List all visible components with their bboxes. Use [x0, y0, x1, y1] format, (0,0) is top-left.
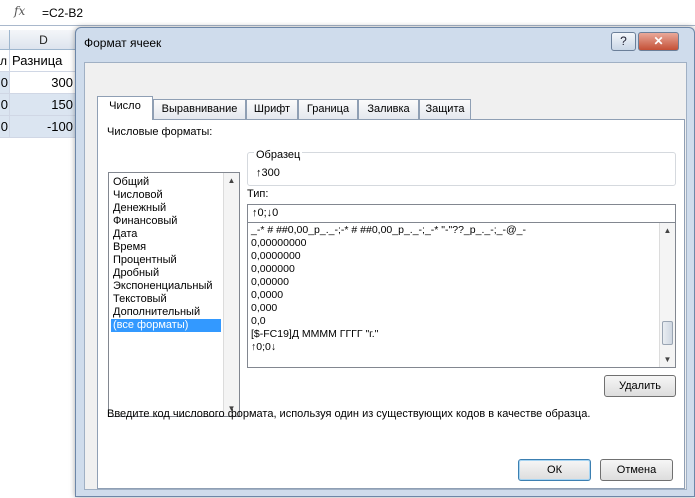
scroll-up-icon[interactable]: ▲: [224, 173, 239, 188]
format-item[interactable]: 0,0: [251, 315, 266, 328]
tab-fill[interactable]: Заливка: [358, 99, 419, 119]
ok-button[interactable]: ОК: [518, 459, 591, 481]
category-currency[interactable]: Денежный: [111, 202, 221, 215]
formula-input[interactable]: =C2-B2: [42, 6, 83, 20]
sample-group: Образец ↑300: [247, 149, 676, 186]
category-date[interactable]: Дата: [111, 228, 221, 241]
format-cells-dialog: Формат ячеек ? ✕ Число Выравнивание Шриф…: [75, 27, 695, 497]
tab-number[interactable]: Число: [97, 96, 153, 120]
cell-d2[interactable]: 300: [10, 72, 78, 94]
close-icon: ✕: [653, 34, 664, 48]
cell-d1[interactable]: Разница: [10, 50, 78, 72]
format-item[interactable]: 0,0000: [251, 289, 283, 302]
format-item[interactable]: 0,00000000: [251, 237, 306, 250]
category-time[interactable]: Время: [111, 241, 221, 254]
type-label: Тип:: [247, 188, 269, 200]
sample-label: Образец: [254, 149, 303, 161]
tab-font[interactable]: Шрифт: [246, 99, 298, 119]
column-header-c[interactable]: [0, 30, 10, 50]
cell-c4[interactable]: 0: [0, 116, 10, 138]
delete-button[interactable]: Удалить: [604, 375, 676, 397]
sample-value: ↑300: [256, 167, 280, 179]
category-custom[interactable]: (все форматы): [111, 319, 221, 332]
cell-d4[interactable]: -100: [10, 116, 78, 138]
format-item[interactable]: 0,000000: [251, 263, 295, 276]
format-item[interactable]: 0,0000000: [251, 250, 301, 263]
tab-border[interactable]: Граница: [298, 99, 358, 119]
cell-d3[interactable]: 150: [10, 94, 78, 116]
fx-icon[interactable]: fx: [14, 4, 25, 18]
category-fraction[interactable]: Дробный: [111, 267, 221, 280]
category-number[interactable]: Числовой: [111, 189, 221, 202]
format-item[interactable]: 0,00000: [251, 276, 289, 289]
category-percentage[interactable]: Процентный: [111, 254, 221, 267]
scroll-down-icon[interactable]: ▼: [660, 352, 675, 367]
format-hint: Введите код числового формата, используя…: [107, 408, 591, 420]
scroll-thumb[interactable]: [662, 321, 673, 345]
scroll-up-icon[interactable]: ▲: [660, 223, 675, 238]
dialog-title: Формат ячеек: [84, 36, 162, 50]
tab-alignment[interactable]: Выравнивание: [153, 99, 246, 119]
dialog-body: Число Выравнивание Шрифт Граница Заливка…: [84, 62, 687, 490]
number-tab-panel: Числовые форматы: Общий Числовой Денежны…: [97, 119, 685, 489]
help-button[interactable]: ?: [611, 32, 636, 51]
format-code-list[interactable]: _-* # ##0,00_р_._-;-* # ##0,00_р_._-;_-*…: [247, 223, 676, 368]
cell-c3[interactable]: 0: [0, 94, 10, 116]
category-scientific[interactable]: Экспоненциальный: [111, 280, 221, 293]
type-input[interactable]: ↑0;↓0: [247, 204, 676, 223]
category-text[interactable]: Текстовый: [111, 293, 221, 306]
format-item[interactable]: ↑0;0↓: [251, 341, 276, 354]
format-item[interactable]: 0,000: [251, 302, 277, 315]
category-general[interactable]: Общий: [111, 176, 221, 189]
category-accounting[interactable]: Финансовый: [111, 215, 221, 228]
tab-protection[interactable]: Защита: [419, 99, 471, 119]
format-item[interactable]: [$-FC19]Д ММММ ГГГГ "г.": [251, 328, 378, 341]
category-special[interactable]: Дополнительный: [111, 306, 221, 319]
cancel-button[interactable]: Отмена: [600, 459, 673, 481]
column-header-d[interactable]: D: [10, 30, 78, 50]
category-list[interactable]: Общий Числовой Денежный Финансовый Дата …: [108, 172, 240, 417]
format-item[interactable]: _-* # ##0,00_р_._-;-* # ##0,00_р_._-;_-*…: [251, 224, 526, 237]
number-formats-label: Числовые форматы:: [107, 126, 213, 138]
format-list-scrollbar[interactable]: ▲ ▼: [659, 223, 675, 367]
cell-c2[interactable]: 0: [0, 72, 10, 94]
category-scrollbar[interactable]: ▲ ▼: [223, 173, 239, 416]
formula-bar: fx =C2-B2: [0, 0, 695, 26]
cell-c1[interactable]: л: [0, 50, 10, 72]
close-button[interactable]: ✕: [638, 32, 679, 51]
